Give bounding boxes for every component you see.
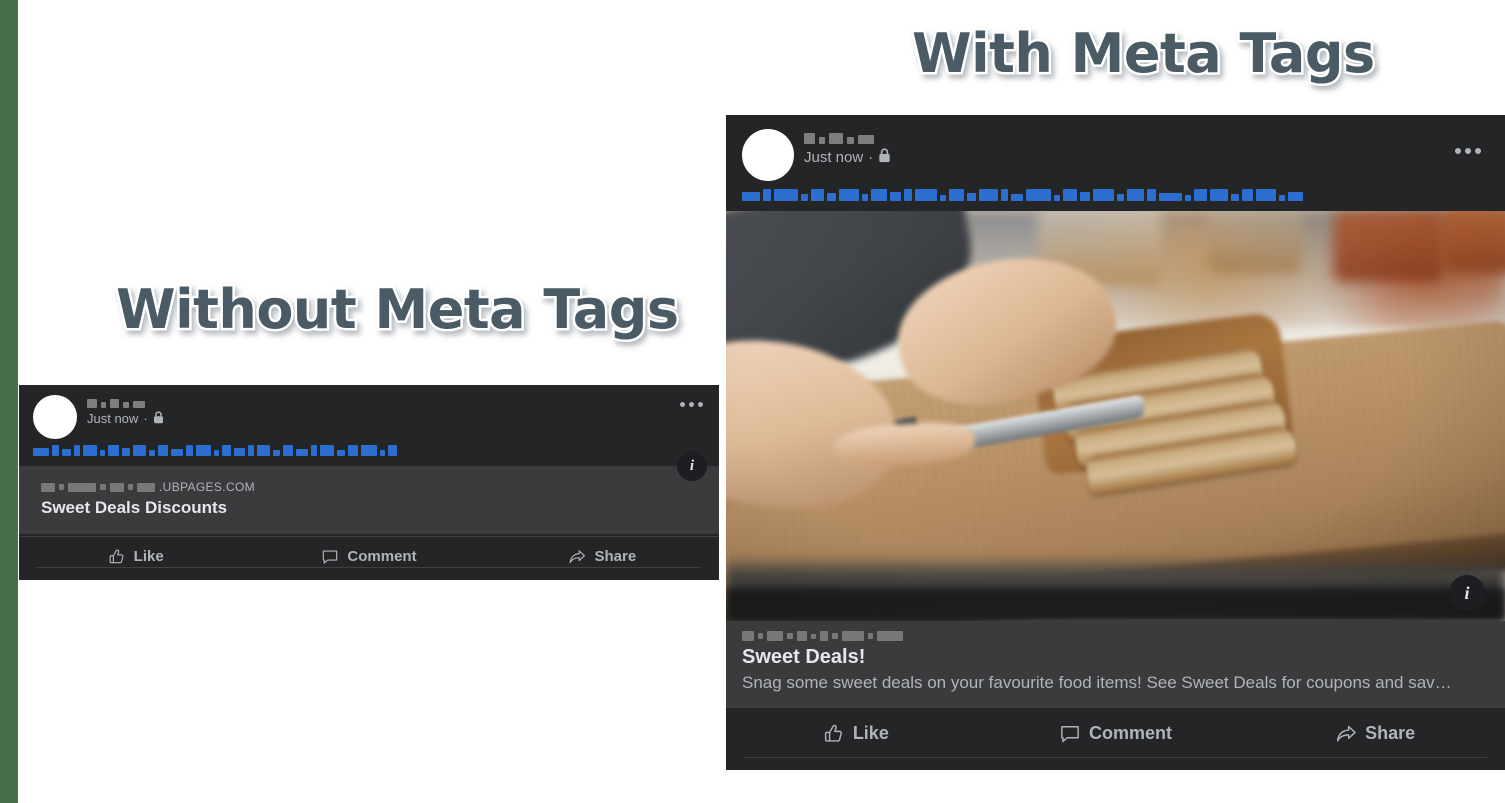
share-button[interactable]: Share [1245,723,1505,745]
post-text [19,439,719,466]
comment-label: Comment [1089,723,1173,743]
link-info-badge[interactable]: i [677,451,707,481]
more-options-icon[interactable] [680,402,703,407]
share-button[interactable]: Share [486,548,719,566]
heading-without-meta-tags: Without Meta Tags [114,276,682,344]
avatar[interactable] [742,129,794,181]
post-timestamp[interactable]: Just now [804,149,863,166]
thumbs-up-icon [109,549,124,563]
post-timestamp[interactable]: Just now [87,411,138,426]
link-domain [742,631,1489,641]
author-name-redacted[interactable] [87,395,164,408]
post-header-meta: Just now · [87,395,164,426]
link-info-badge[interactable]: i [1449,575,1485,611]
card-bottom-divider [37,567,701,568]
link-preview-image[interactable] [726,211,1505,621]
link-domain: .UBPAGES.COM [41,480,697,494]
post-meta-line: Just now · [804,148,891,166]
post-header-meta: Just now · [804,129,891,166]
post-header: Just now · [726,115,1505,181]
heading-with-meta-tags: With Meta Tags [910,20,1378,88]
comment-button[interactable]: Comment [252,548,485,566]
more-options-icon[interactable] [1455,148,1481,154]
facebook-post-card-without-meta-tags: Just now · i .UBPAGES.COM Sweet Deals Di… [19,385,719,580]
post-header: Just now · [19,385,719,439]
link-title: Sweet Deals Discounts [41,498,228,517]
post-text [726,181,1505,211]
link-description: Snag some sweet deals on your favourite … [742,673,1452,692]
meta-separator: · [868,148,874,166]
comment-bubble-icon [1061,725,1079,742]
photo-vignette [726,211,1505,621]
share-label: Share [594,548,637,565]
link-preview[interactable]: i Sweet Deals! Snag some sweet deals on … [726,575,1505,707]
share-label: Share [1365,723,1416,743]
like-button[interactable]: Like [19,548,252,566]
link-title: Sweet Deals! [742,646,866,668]
post-text-redacted[interactable] [742,189,1489,201]
author-name-redacted[interactable] [804,129,891,144]
link-domain-suffix: .UBPAGES.COM [159,480,255,494]
facebook-post-card-with-meta-tags: Just now · i Sweet Deals! Snag some swee… [726,115,1505,770]
post-text-redacted[interactable] [33,445,705,456]
like-label: Like [852,723,889,743]
like-button[interactable]: Like [726,723,986,745]
screenshot-stage: Without Meta Tags With Meta Tags Just no… [0,0,1505,803]
meta-separator: · [143,411,148,426]
share-arrow-icon [570,549,586,563]
comment-button[interactable]: Comment [986,723,1246,745]
card-bottom-divider [744,757,1487,758]
like-label: Like [133,548,164,565]
link-preview[interactable]: i .UBPAGES.COM Sweet Deals Discounts [19,451,719,534]
lock-icon[interactable] [153,411,164,426]
avatar[interactable] [33,395,77,439]
comment-bubble-icon [323,549,338,564]
left-edge-strip [0,0,18,803]
post-meta-line: Just now · [87,411,164,426]
share-arrow-icon [1337,725,1356,742]
comment-label: Comment [347,548,417,565]
post-action-bar: Like Comment Share [726,707,1505,759]
thumbs-up-icon [824,724,842,742]
lock-icon[interactable] [878,148,891,166]
post-action-bar: Like Comment Share [19,536,719,576]
